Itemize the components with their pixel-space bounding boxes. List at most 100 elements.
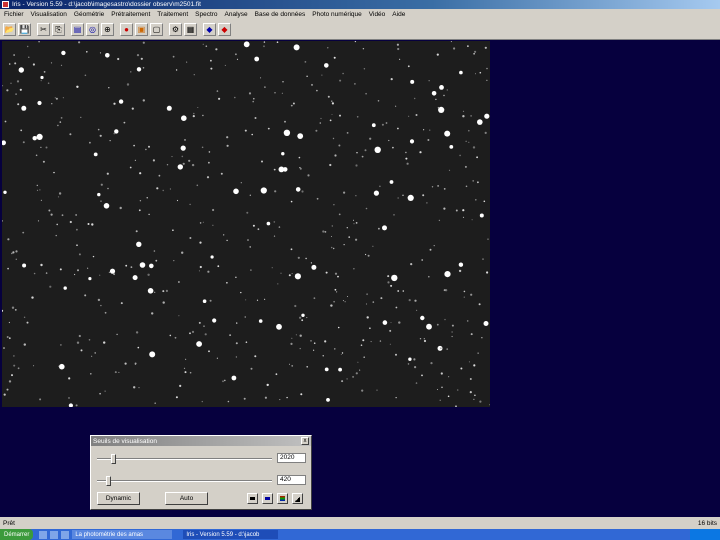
star xyxy=(191,163,195,167)
star xyxy=(437,185,439,187)
star xyxy=(196,341,203,347)
star xyxy=(468,361,470,363)
color-icon[interactable]: ● xyxy=(120,23,133,36)
star xyxy=(21,105,27,111)
low-threshold-thumb[interactable] xyxy=(105,476,111,486)
star xyxy=(198,270,200,272)
menu-geometrie[interactable]: Géométrie xyxy=(74,11,104,18)
star xyxy=(321,74,323,76)
menu-analyse[interactable]: Analyse xyxy=(225,11,248,18)
star xyxy=(2,85,4,87)
cut-icon[interactable]: ✂ xyxy=(37,23,50,36)
task-iris[interactable]: Iris - Version 5.59 - d:\jacob xyxy=(183,530,279,539)
gradient-level-button[interactable] xyxy=(292,493,303,504)
star xyxy=(218,97,221,100)
menu-photo-numerique[interactable]: Photo numérique xyxy=(312,11,362,18)
image-a-icon[interactable]: ▣ xyxy=(135,23,148,36)
save-icon[interactable]: 💾 xyxy=(18,23,31,36)
star xyxy=(22,141,25,144)
star xyxy=(344,301,346,303)
menu-video[interactable]: Vidéo xyxy=(369,11,386,18)
star xyxy=(99,134,102,137)
star xyxy=(76,228,78,231)
star xyxy=(60,64,63,66)
star xyxy=(322,230,325,233)
star xyxy=(310,262,312,264)
star xyxy=(333,247,335,250)
star xyxy=(443,289,446,292)
star xyxy=(201,400,203,403)
color-level-button[interactable] xyxy=(277,493,288,504)
high-threshold-field[interactable]: 2020 xyxy=(277,453,306,463)
star xyxy=(468,141,470,143)
star xyxy=(354,41,357,43)
star xyxy=(11,374,13,377)
menu-spectro[interactable]: Spectro xyxy=(195,11,217,18)
high-threshold-thumb[interactable] xyxy=(111,454,116,464)
black-level-button[interactable] xyxy=(247,493,258,504)
palette-icon[interactable]: ◆ xyxy=(218,23,231,36)
task-photometrie[interactable]: La photométrie des amas xyxy=(72,530,173,539)
taskbar: Démarrer La photométrie des amas Iris - … xyxy=(0,529,720,540)
stack-icon[interactable]: ▤ xyxy=(71,23,84,36)
star xyxy=(293,44,300,51)
menu-bar: Fichier Visualisation Géométrie Prétrait… xyxy=(0,9,720,20)
star xyxy=(104,311,107,314)
star xyxy=(273,168,276,171)
star xyxy=(473,398,475,400)
star xyxy=(331,114,333,115)
quicklaunch-desktop-icon[interactable] xyxy=(50,530,59,539)
star xyxy=(148,145,150,148)
star xyxy=(294,273,301,280)
low-threshold-field[interactable]: 420 xyxy=(277,475,306,485)
star xyxy=(202,43,204,45)
low-threshold-track[interactable] xyxy=(97,480,272,482)
auto-button[interactable]: Auto xyxy=(165,492,208,505)
star xyxy=(124,362,127,365)
star xyxy=(244,316,246,318)
task-photometrie-label: La photométrie des amas xyxy=(75,531,144,538)
menu-visualisation[interactable]: Visualisation xyxy=(31,11,67,18)
star xyxy=(118,99,124,104)
star xyxy=(59,363,65,370)
star xyxy=(131,107,134,110)
star xyxy=(397,197,399,199)
high-threshold-track[interactable] xyxy=(97,458,272,460)
star xyxy=(289,363,290,365)
dynamic-button[interactable]: Dynamic xyxy=(97,492,140,505)
star xyxy=(473,53,475,55)
star xyxy=(362,339,365,342)
star xyxy=(313,342,316,345)
star xyxy=(264,396,267,399)
star xyxy=(10,82,12,84)
grid-icon[interactable]: ▦ xyxy=(184,23,197,36)
star xyxy=(408,115,410,117)
zoom-icon[interactable]: ⊕ xyxy=(101,23,114,36)
star xyxy=(361,155,364,158)
copy-icon[interactable]: ⎘ xyxy=(52,23,65,36)
star xyxy=(387,275,390,278)
image-b-icon[interactable]: ▢ xyxy=(150,23,163,36)
star xyxy=(267,127,270,130)
menu-aide[interactable]: Aide xyxy=(392,11,405,18)
star-field-image[interactable] xyxy=(2,41,490,407)
star xyxy=(151,312,154,315)
menu-base-de-donnees[interactable]: Base de données xyxy=(255,11,306,18)
quicklaunch-media-icon[interactable] xyxy=(61,530,70,539)
star xyxy=(448,376,450,378)
menu-pretraitement[interactable]: Prétraitement xyxy=(111,11,150,18)
star xyxy=(216,357,218,359)
quicklaunch-ie-icon[interactable] xyxy=(39,530,48,539)
blue-level-button[interactable] xyxy=(262,493,273,504)
menu-fichier[interactable]: Fichier xyxy=(4,11,24,18)
star xyxy=(470,115,472,117)
settings-icon[interactable]: ⚙ xyxy=(169,23,182,36)
open-icon[interactable]: 📂 xyxy=(3,23,16,36)
start-button[interactable]: Démarrer xyxy=(0,529,34,540)
close-icon[interactable]: x xyxy=(301,437,309,445)
menu-traitement[interactable]: Traitement xyxy=(157,11,188,18)
histogram-icon[interactable]: ◆ xyxy=(203,23,216,36)
photometry-icon[interactable]: ◎ xyxy=(86,23,99,36)
star xyxy=(15,93,17,95)
star xyxy=(250,367,253,370)
